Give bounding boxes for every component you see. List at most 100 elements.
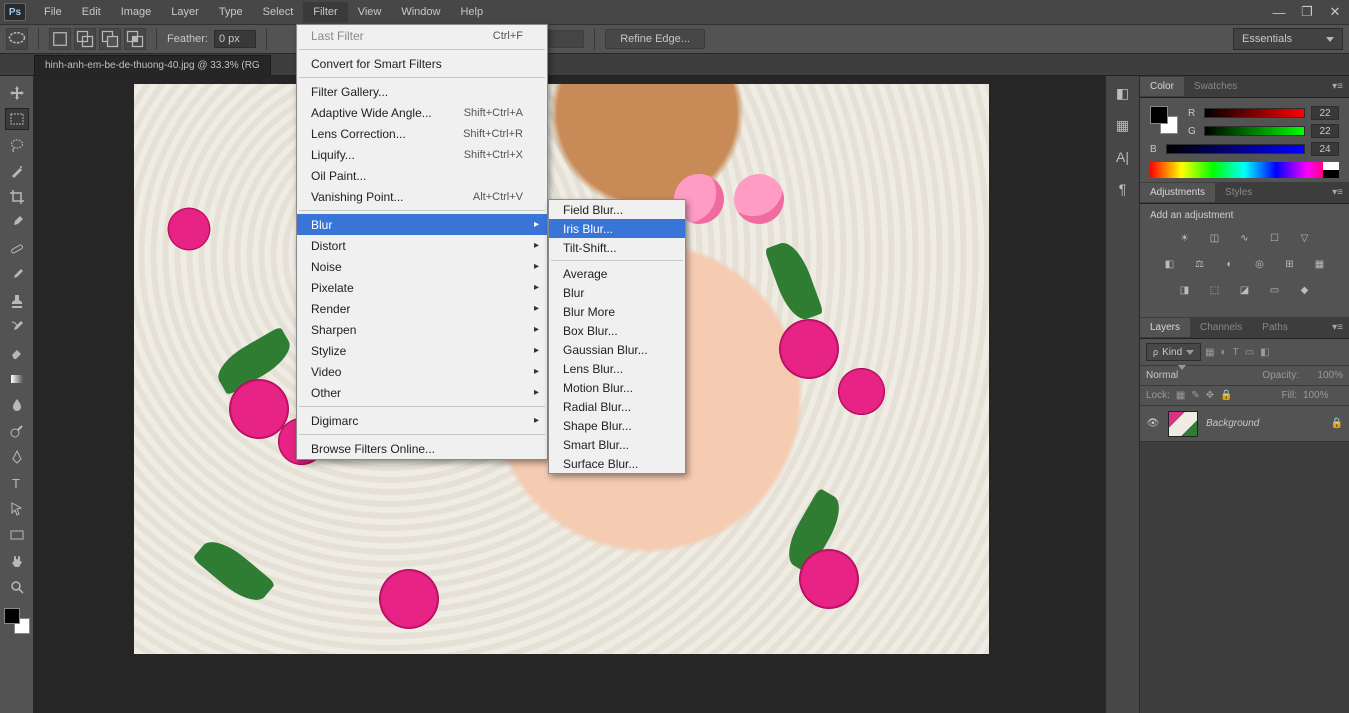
color-tab[interactable]: Color <box>1140 77 1184 96</box>
filter-sharpen-submenu[interactable]: Sharpen <box>297 319 547 340</box>
magic-wand-tool[interactable] <box>5 160 29 182</box>
blur-tilt-shift[interactable]: Tilt-Shift... <box>549 238 685 257</box>
g-value-input[interactable]: 22 <box>1311 124 1339 138</box>
hand-tool[interactable] <box>5 550 29 572</box>
invert-icon[interactable]: ◨ <box>1175 281 1195 299</box>
filter-noise-submenu[interactable]: Noise <box>297 256 547 277</box>
menu-type[interactable]: Type <box>209 2 253 22</box>
blur-iris[interactable]: Iris Blur... <box>549 219 685 238</box>
color-lookup-icon[interactable]: ▦ <box>1310 255 1330 273</box>
r-value-input[interactable]: 22 <box>1311 106 1339 120</box>
g-slider[interactable] <box>1204 126 1305 136</box>
fill-value[interactable]: 100% <box>1303 390 1343 401</box>
selection-intersect-button[interactable] <box>124 28 146 50</box>
filter-video-submenu[interactable]: Video <box>297 361 547 382</box>
menu-select[interactable]: Select <box>253 2 304 22</box>
refine-edge-button[interactable]: Refine Edge... <box>605 29 705 49</box>
blur-more[interactable]: Blur More <box>549 302 685 321</box>
filter-browse-online[interactable]: Browse Filters Online... <box>297 438 547 459</box>
menu-edit[interactable]: Edit <box>72 2 111 22</box>
history-panel-icon[interactable]: ◧ <box>1112 82 1134 104</box>
filter-digimarc-submenu[interactable]: Digimarc <box>297 410 547 431</box>
filter-gallery[interactable]: Filter Gallery... <box>297 81 547 102</box>
selection-tool-preset-button[interactable] <box>6 28 28 50</box>
menu-filter[interactable]: Filter <box>303 2 347 22</box>
window-close-button[interactable]: ✕ <box>1321 2 1349 22</box>
filter-stylize-submenu[interactable]: Stylize <box>297 340 547 361</box>
crop-tool[interactable] <box>5 186 29 208</box>
blur-tool[interactable] <box>5 394 29 416</box>
menu-view[interactable]: View <box>348 2 392 22</box>
filter-smart-icon[interactable]: ◧ <box>1260 347 1269 358</box>
filter-convert-smart[interactable]: Convert for Smart Filters <box>297 53 547 74</box>
history-brush-tool[interactable] <box>5 316 29 338</box>
lock-all-icon[interactable]: 🔒 <box>1220 390 1232 401</box>
channels-tab[interactable]: Channels <box>1190 318 1252 337</box>
layers-tab[interactable]: Layers <box>1140 318 1190 337</box>
feather-input[interactable] <box>214 30 256 48</box>
color-swatch-pair[interactable] <box>1150 106 1178 134</box>
blend-mode-select[interactable]: Normal <box>1146 370 1258 381</box>
levels-icon[interactable]: ◫ <box>1205 229 1225 247</box>
menu-file[interactable]: File <box>34 2 72 22</box>
r-slider[interactable] <box>1204 108 1305 118</box>
panel-menu-icon[interactable]: ▾≡ <box>1326 81 1349 92</box>
selection-subtract-button[interactable] <box>99 28 121 50</box>
lasso-tool[interactable] <box>5 134 29 156</box>
panel-menu-icon[interactable]: ▾≡ <box>1326 187 1349 198</box>
lock-pixels-icon[interactable]: ✎ <box>1191 390 1199 401</box>
foreground-color-swatch[interactable] <box>4 608 20 624</box>
curves-icon[interactable]: ∿ <box>1235 229 1255 247</box>
filter-pixelate-submenu[interactable]: Pixelate <box>297 277 547 298</box>
paragraph-panel-icon[interactable]: ¶ <box>1112 178 1134 200</box>
color-spectrum[interactable] <box>1150 162 1339 178</box>
b-slider[interactable] <box>1166 144 1305 154</box>
menu-window[interactable]: Window <box>391 2 450 22</box>
layer-row-background[interactable]: 👁 Background 🔒 <box>1140 406 1349 442</box>
threshold-icon[interactable]: ◪ <box>1235 281 1255 299</box>
filter-vanishing-point[interactable]: Vanishing Point...Alt+Ctrl+V <box>297 186 547 207</box>
selective-color-icon[interactable]: ◆ <box>1295 281 1315 299</box>
filter-oil-paint[interactable]: Oil Paint... <box>297 165 547 186</box>
filter-lens-correction[interactable]: Lens Correction...Shift+Ctrl+R <box>297 123 547 144</box>
filter-distort-submenu[interactable]: Distort <box>297 235 547 256</box>
brush-tool[interactable] <box>5 264 29 286</box>
selection-new-button[interactable] <box>49 28 71 50</box>
gradient-map-icon[interactable]: ▭ <box>1265 281 1285 299</box>
blur-smart[interactable]: Smart Blur... <box>549 435 685 454</box>
eyedropper-tool[interactable] <box>5 212 29 234</box>
menu-help[interactable]: Help <box>450 2 493 22</box>
bw-icon[interactable]: ◐ <box>1220 255 1240 273</box>
filter-shape-icon[interactable]: ▭ <box>1245 347 1254 358</box>
channel-mixer-icon[interactable]: ⊞ <box>1280 255 1300 273</box>
blur-gaussian[interactable]: Gaussian Blur... <box>549 340 685 359</box>
vibrance-icon[interactable]: ▽ <box>1295 229 1315 247</box>
zoom-tool[interactable] <box>5 576 29 598</box>
paths-tab[interactable]: Paths <box>1252 318 1298 337</box>
b-value-input[interactable]: 24 <box>1311 142 1339 156</box>
type-tool[interactable]: T <box>5 472 29 494</box>
window-minimize-button[interactable]: — <box>1265 2 1293 22</box>
workspace-switcher[interactable]: Essentials <box>1233 28 1343 50</box>
shape-tool[interactable] <box>5 524 29 546</box>
selection-add-button[interactable] <box>74 28 96 50</box>
blur-blur[interactable]: Blur <box>549 283 685 302</box>
swatches-tab[interactable]: Swatches <box>1184 77 1247 96</box>
pen-tool[interactable] <box>5 446 29 468</box>
filter-type-icon[interactable]: T <box>1233 347 1239 358</box>
blur-box[interactable]: Box Blur... <box>549 321 685 340</box>
filter-adaptive-wide[interactable]: Adaptive Wide Angle...Shift+Ctrl+A <box>297 102 547 123</box>
lock-transparency-icon[interactable]: ▦ <box>1176 390 1185 401</box>
foreground-background-swatches[interactable] <box>4 608 30 634</box>
menu-layer[interactable]: Layer <box>161 2 209 22</box>
blur-field[interactable]: Field Blur... <box>549 200 685 219</box>
filter-adjust-icon[interactable]: ◐ <box>1221 347 1227 358</box>
opacity-value[interactable]: 100% <box>1303 370 1343 381</box>
blur-radial[interactable]: Radial Blur... <box>549 397 685 416</box>
styles-tab[interactable]: Styles <box>1215 183 1262 202</box>
photo-filter-icon[interactable]: ◎ <box>1250 255 1270 273</box>
filter-last-filter[interactable]: Last Filter Ctrl+F <box>297 25 547 46</box>
filter-render-submenu[interactable]: Render <box>297 298 547 319</box>
blur-surface[interactable]: Surface Blur... <box>549 454 685 473</box>
adjustments-tab[interactable]: Adjustments <box>1140 183 1215 202</box>
